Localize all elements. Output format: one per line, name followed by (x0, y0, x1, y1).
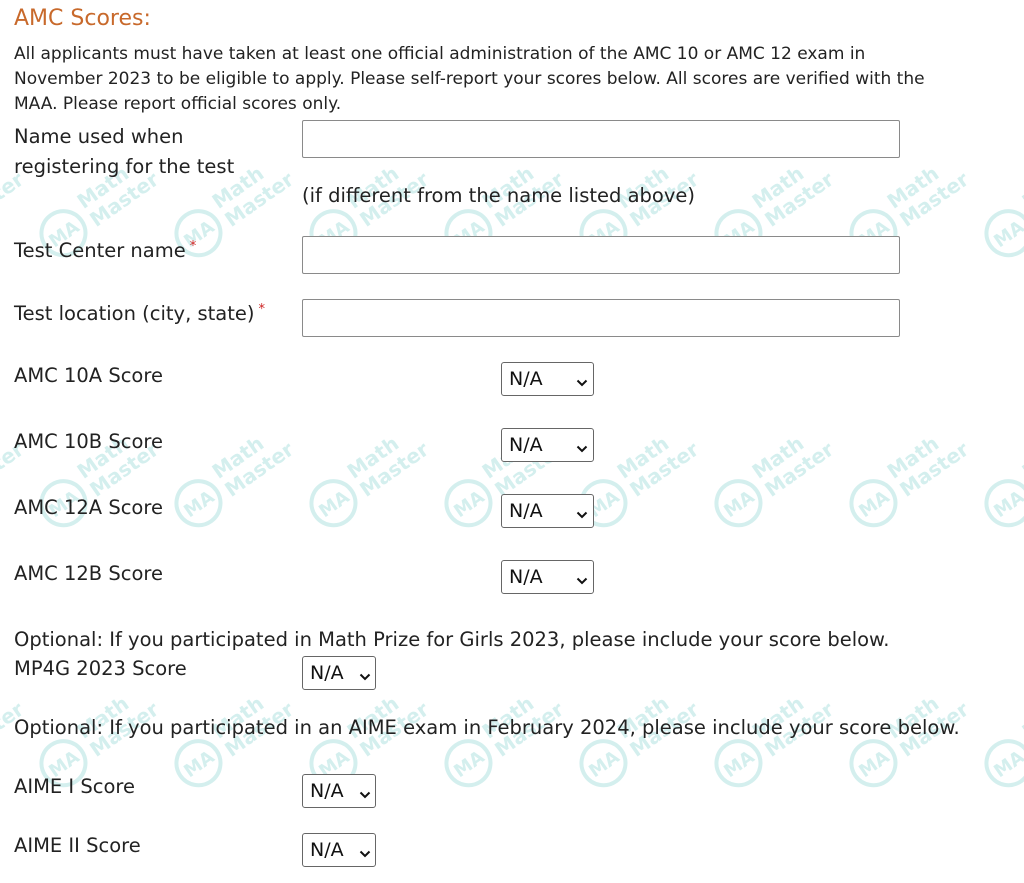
amc10a-selected-value: N/A (509, 368, 543, 390)
required-marker: * (189, 239, 197, 254)
aime-note: Optional: If you participated in an AIME… (14, 716, 960, 739)
test-location-label: Test location (city, state) * (14, 302, 265, 325)
test-center-label-text: Test Center name (14, 239, 186, 262)
test-location-input[interactable] (302, 299, 900, 337)
amc10b-label: AMC 10B Score (14, 430, 163, 453)
aime2-selected-value: N/A (310, 839, 344, 861)
aime2-select[interactable]: N/A (302, 833, 376, 867)
chevron-down-icon (576, 570, 588, 585)
chevron-down-icon (359, 666, 371, 681)
chevron-down-icon (576, 438, 588, 453)
aime2-label: AIME II Score (14, 834, 141, 857)
amc12b-select[interactable]: N/A (501, 560, 594, 594)
amc12b-selected-value: N/A (509, 566, 543, 588)
aime1-select[interactable]: N/A (302, 774, 376, 808)
chevron-down-icon (359, 784, 371, 799)
mp4g-note: Optional: If you participated in Math Pr… (14, 628, 890, 651)
amc12a-select[interactable]: N/A (501, 494, 594, 528)
registration-name-hint: (if different from the name listed above… (302, 184, 695, 207)
chevron-down-icon (576, 504, 588, 519)
amc10b-select[interactable]: N/A (501, 428, 594, 462)
amc10b-selected-value: N/A (509, 434, 543, 456)
test-center-input[interactable] (302, 236, 900, 274)
amc12b-label: AMC 12B Score (14, 562, 163, 585)
chevron-down-icon (576, 372, 588, 387)
test-center-label: Test Center name * (14, 239, 196, 262)
mp4g-select[interactable]: N/A (302, 656, 376, 690)
mp4g-label: MP4G 2023 Score (14, 657, 187, 680)
amc10a-label: AMC 10A Score (14, 364, 163, 387)
chevron-down-icon (359, 843, 371, 858)
registration-name-label: Name used when registering for the test (14, 125, 235, 178)
section-intro: All applicants must have taken at least … (14, 44, 925, 114)
test-location-label-text: Test location (city, state) (14, 302, 255, 325)
amc12a-selected-value: N/A (509, 500, 543, 522)
section-title: AMC Scores: (14, 6, 151, 31)
amc10a-select[interactable]: N/A (501, 362, 594, 396)
registration-name-input[interactable] (302, 120, 900, 158)
aime1-selected-value: N/A (310, 780, 344, 802)
required-marker: * (258, 302, 266, 317)
aime1-label: AIME I Score (14, 775, 135, 798)
mp4g-selected-value: N/A (310, 662, 344, 684)
amc12a-label: AMC 12A Score (14, 496, 163, 519)
